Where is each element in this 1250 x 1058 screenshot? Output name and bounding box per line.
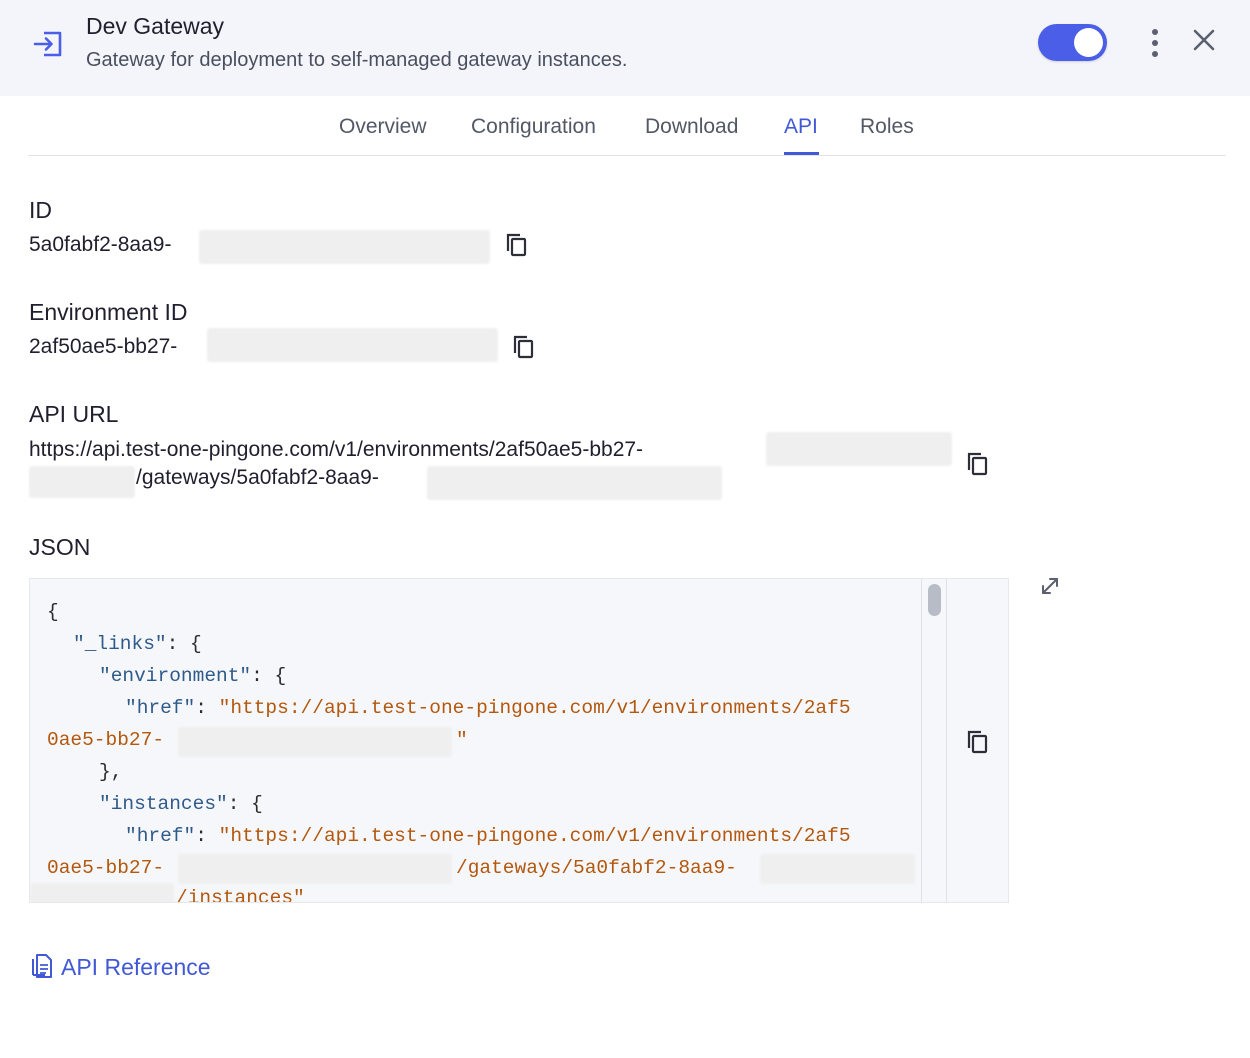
json-line: /gateways/5a0fabf2-8aa9-	[456, 857, 737, 879]
json-content[interactable]: { "_links": { "environment": { "href": "…	[30, 579, 920, 903]
redacted-block	[427, 466, 722, 500]
json-line: "	[456, 729, 468, 751]
json-line: "_links": {	[73, 633, 202, 655]
redacted-block	[178, 727, 452, 757]
id-label: ID	[29, 197, 52, 223]
divider	[921, 579, 922, 902]
redacted-block	[199, 230, 490, 264]
api-url-line2: /gateways/5a0fabf2-8aa9-	[136, 466, 379, 489]
json-line: "instances": {	[99, 793, 263, 815]
id-value: 5a0fabf2-8aa9-	[29, 233, 172, 256]
json-line: "href": "https://api.test-one-pingone.co…	[125, 825, 851, 847]
json-line: {	[47, 601, 59, 623]
enabled-toggle[interactable]	[1038, 24, 1107, 61]
more-options-icon[interactable]	[1143, 26, 1167, 60]
tab-download[interactable]: Download	[645, 115, 738, 139]
api-reference-label: API Reference	[61, 953, 211, 980]
json-label: JSON	[29, 534, 91, 560]
tab-roles[interactable]: Roles	[860, 115, 914, 139]
divider	[946, 579, 947, 902]
api-url-line1: https://api.test-one-pingone.com/v1/envi…	[29, 438, 644, 461]
api-url-label: API URL	[29, 401, 119, 427]
environment-id-value: 2af50ae5-bb27-	[29, 335, 178, 358]
copy-environment-id-icon[interactable]	[512, 334, 536, 360]
copy-api-url-icon[interactable]	[966, 451, 990, 477]
json-line: },	[99, 761, 123, 783]
json-viewer[interactable]: { "_links": { "environment": { "href": "…	[29, 578, 1009, 903]
toggle-knob	[1074, 28, 1103, 57]
redacted-block	[766, 432, 952, 466]
sign-in-icon	[33, 31, 62, 57]
expand-icon[interactable]	[1038, 574, 1062, 598]
redacted-block	[207, 328, 498, 362]
tab-overview[interactable]: Overview	[339, 115, 427, 139]
api-reference-link[interactable]: API Reference	[29, 951, 211, 983]
tab-configuration[interactable]: Configuration	[471, 115, 596, 139]
document-icon	[32, 954, 52, 978]
json-line: 0ae5-bb27-	[47, 729, 165, 751]
redacted-block	[178, 854, 452, 884]
environment-id-label: Environment ID	[29, 299, 188, 325]
json-line: "environment": {	[99, 665, 287, 687]
tab-api[interactable]: API	[784, 115, 818, 139]
close-icon[interactable]	[1190, 26, 1218, 54]
copy-json-icon[interactable]	[966, 729, 990, 755]
json-line: 0ae5-bb27-	[47, 857, 165, 879]
json-line: /instances"	[176, 887, 305, 903]
page-subtitle: Gateway for deployment to self-managed g…	[86, 49, 628, 71]
page-title: Dev Gateway	[86, 13, 225, 39]
redacted-block	[30, 883, 174, 902]
redacted-block	[29, 466, 135, 498]
json-line: "href": "https://api.test-one-pingone.co…	[125, 697, 851, 719]
redacted-block	[760, 854, 915, 884]
active-tab-indicator	[784, 152, 819, 155]
scrollbar-thumb[interactable]	[928, 584, 941, 616]
copy-id-icon[interactable]	[505, 232, 529, 258]
panel-header: Dev Gateway Gateway for deployment to se…	[0, 0, 1250, 96]
tab-bar: Overview Configuration Download API Role…	[28, 96, 1226, 156]
